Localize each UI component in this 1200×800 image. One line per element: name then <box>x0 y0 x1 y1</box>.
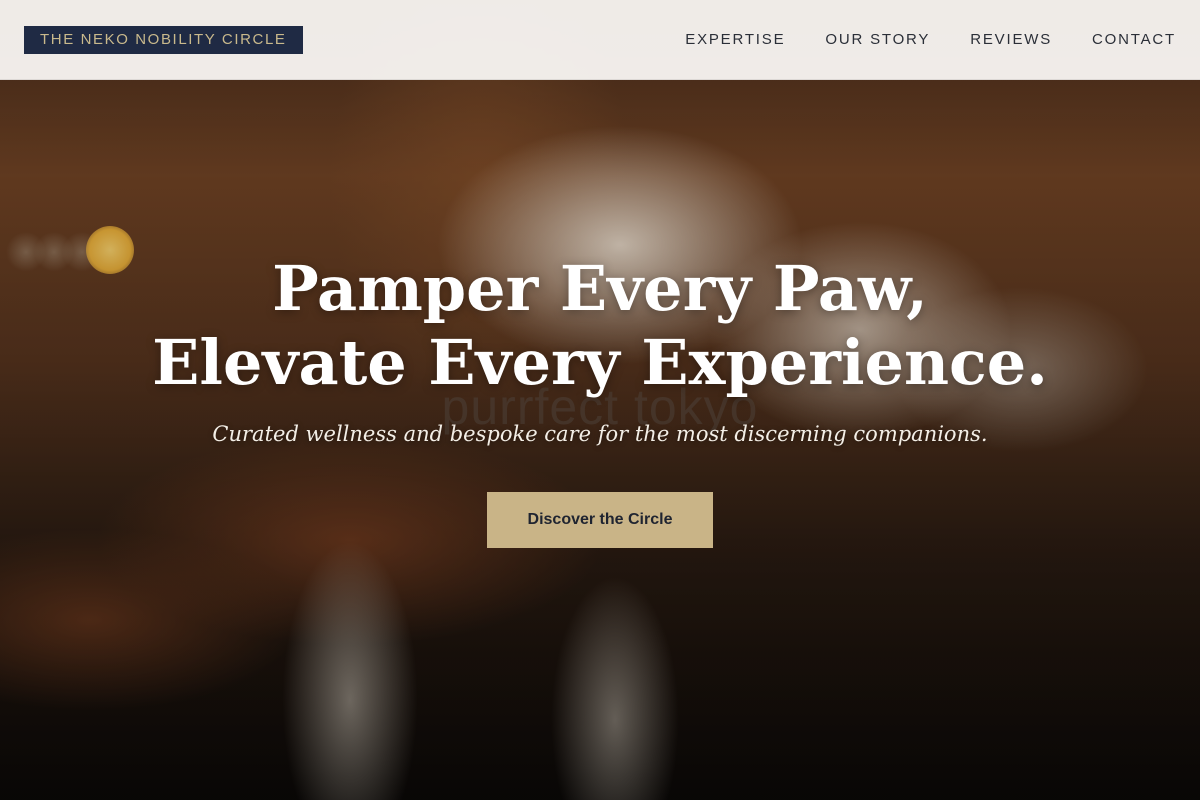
brand-logo[interactable]: THE NEKO NOBILITY CIRCLE <box>24 25 303 54</box>
nav-link-our-story[interactable]: OUR STORY <box>825 31 930 48</box>
discover-circle-button[interactable]: Discover the Circle <box>487 492 713 548</box>
hero-subheadline: Curated wellness and bespoke care for th… <box>212 422 988 446</box>
main-nav: EXPERTISE OUR STORY REVIEWS CONTACT <box>685 31 1176 48</box>
hero-headline-line2: Elevate Every Experience. <box>152 326 1048 399</box>
hero-headline: Pamper Every Paw, Elevate Every Experien… <box>0 252 1200 400</box>
nav-link-expertise[interactable]: EXPERTISE <box>685 31 785 48</box>
nav-link-reviews[interactable]: REVIEWS <box>970 31 1052 48</box>
hero-headline-line1: Pamper Every Paw, <box>272 252 928 325</box>
site-header: THE NEKO NOBILITY CIRCLE EXPERTISE OUR S… <box>0 0 1200 80</box>
nav-link-contact[interactable]: CONTACT <box>1092 31 1176 48</box>
